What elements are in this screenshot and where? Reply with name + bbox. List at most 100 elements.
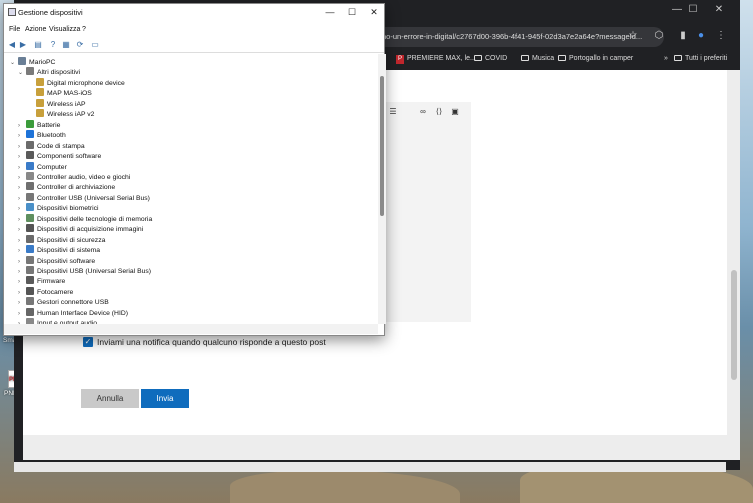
tree-node[interactable]: Digital microphone device: [28, 77, 125, 88]
scrollbar-thumb[interactable]: [380, 76, 384, 216]
reply-editor[interactable]: [383, 122, 471, 322]
tree-node[interactable]: › Dispositivi di sicurezza: [18, 234, 105, 245]
tree-node[interactable]: Wireless iAP v2: [28, 109, 94, 119]
tree-node[interactable]: › Dispositivi software: [18, 255, 95, 266]
tree-horizontal-scrollbar[interactable]: [4, 324, 378, 334]
device-icon: [26, 119, 34, 128]
tree-node-label: Wireless iAP v2: [47, 111, 95, 119]
tree-node[interactable]: › Dispositivi di acquisizione immagini: [18, 224, 143, 234]
tree-expander-icon[interactable]: ⌄: [10, 58, 18, 68]
extensions-icon[interactable]: ⬡: [652, 29, 666, 43]
tree-node[interactable]: ⌄ Altri dispositivi: [18, 67, 80, 77]
profile-icon[interactable]: ●: [694, 29, 708, 43]
update-driver-icon[interactable]: ▦: [61, 40, 71, 50]
image-icon[interactable]: ▣: [449, 106, 461, 118]
tree-node[interactable]: › Controller USB (Universal Serial Bus): [18, 192, 150, 203]
cancel-button[interactable]: Annulla: [81, 389, 139, 408]
tree-node-label: Firmware: [37, 278, 66, 286]
tree-node[interactable]: › Dispositivi USB (Universal Serial Bus): [18, 266, 151, 276]
page-scrollbar[interactable]: [731, 270, 737, 380]
scan-icon[interactable]: ⟳: [75, 40, 85, 50]
properties-icon[interactable]: ▤: [33, 40, 43, 50]
bookmark-label: COVID: [485, 55, 508, 62]
bookmark-tutti-preferiti[interactable]: Tutti i preferiti: [674, 53, 727, 65]
tree-node-label: Wireless iAP: [47, 100, 86, 108]
bookmark-premiere[interactable]: P PREMIERE MAX, le...: [396, 53, 476, 65]
tree-vertical-scrollbar[interactable]: [378, 54, 386, 324]
tree-node[interactable]: › Code di stampa: [18, 140, 85, 151]
tree-node[interactable]: › Bluetooth: [18, 130, 66, 140]
device-icon: [26, 224, 34, 233]
maximize-button[interactable]: ☐: [342, 7, 362, 18]
tree-node-label: Fotocamere: [37, 288, 74, 296]
device-icon: [26, 151, 34, 160]
code-icon[interactable]: ⟨⟩: [433, 106, 445, 118]
device-icon: [36, 88, 44, 97]
tree-node-label: Dispositivi di acquisizione immagini: [37, 226, 144, 234]
menu-help[interactable]: ?: [82, 26, 86, 33]
tree-node[interactable]: › Gestori connettore USB: [18, 297, 109, 307]
device-manager-titlebar: Gestione dispositivi — ☐ ✕: [4, 4, 384, 22]
tree-node-label: Dispositivi biometrici: [37, 205, 99, 213]
tree-node-label: MAP MAS-iOS: [47, 90, 92, 98]
tree-node-label: Dispositivi di sistema: [37, 247, 101, 255]
menu-file[interactable]: File: [9, 26, 20, 33]
tree-node[interactable]: › Fotocamere: [18, 286, 74, 297]
tree-expander-icon[interactable]: ⌄: [18, 68, 26, 78]
notify-checkbox[interactable]: ✓: [83, 337, 93, 347]
tree-node[interactable]: › Controller di archiviazione: [18, 182, 115, 192]
device-icon: [36, 77, 44, 86]
bookmark-musica[interactable]: Musica: [521, 53, 554, 65]
tree-node-label: Bluetooth: [37, 132, 66, 140]
tree-node[interactable]: › Batterie: [18, 119, 61, 130]
tree-node[interactable]: › Computer: [18, 161, 67, 172]
address-bar[interactable]: no-un-errore-in-digital/c2767d00-396b-4f…: [374, 27, 664, 47]
tree-node[interactable]: › Human Interface Device (HID): [18, 307, 128, 318]
menu-azione[interactable]: Azione: [25, 26, 46, 33]
bookmark-label: Musica: [532, 55, 555, 62]
back-icon[interactable]: ◀: [7, 40, 17, 50]
tree-node[interactable]: › Componenti software: [18, 151, 101, 161]
folder-icon: [674, 55, 682, 61]
device-icon: [26, 161, 34, 170]
tree-node[interactable]: › Firmware: [18, 276, 65, 286]
bookmarks-overflow-button[interactable]: »: [664, 53, 668, 65]
tree-node-label: MarioPC: [29, 59, 56, 66]
monitor-icon[interactable]: ▭: [90, 40, 100, 50]
bookmark-label: Tutti i preferiti: [685, 55, 728, 62]
device-icon: [36, 109, 44, 118]
device-icon: [26, 171, 34, 180]
forward-icon[interactable]: ▶: [18, 40, 28, 50]
tree-node[interactable]: ⌄ MarioPC: [10, 57, 55, 67]
tree-node[interactable]: › Controller audio, video e giochi: [18, 171, 130, 182]
tree-node[interactable]: MAP MAS-iOS: [28, 88, 92, 98]
bookmark-portogallo[interactable]: Portogallo in camper: [558, 53, 633, 65]
bookmark-covid[interactable]: COVID: [474, 53, 507, 65]
tree-node[interactable]: › Dispositivi delle tecnologie di memoria: [18, 213, 152, 224]
device-icon: [26, 67, 34, 76]
minimize-button[interactable]: —: [320, 7, 340, 17]
help-icon[interactable]: ?: [48, 40, 58, 50]
sidebar-icon[interactable]: ▮: [676, 29, 690, 43]
star-icon[interactable]: ☆: [626, 29, 640, 43]
link-icon[interactable]: ∞: [417, 106, 429, 118]
device-icon: [26, 286, 34, 295]
more-menu-icon[interactable]: ⋮: [714, 29, 728, 43]
submit-button[interactable]: Invia: [141, 389, 189, 408]
format-icon[interactable]: ☰: [387, 106, 399, 118]
close-button[interactable]: ✕: [364, 7, 384, 18]
device-icon: [26, 234, 34, 243]
window-title: Gestione dispositivi: [18, 8, 83, 17]
tree-node[interactable]: › Dispositivi biometrici: [18, 203, 99, 213]
tree-node[interactable]: Wireless iAP: [28, 98, 86, 109]
browser-close-button[interactable]: ✕: [704, 4, 734, 15]
tree-node-label: Gestori connettore USB: [37, 299, 109, 307]
device-icon: [26, 203, 34, 212]
tree-node-label: Batterie: [37, 121, 61, 129]
device-icon: [26, 130, 34, 139]
device-manager-app-icon: [8, 8, 16, 16]
menu-visualizza[interactable]: Visualizza: [49, 26, 80, 33]
device-icon: [36, 98, 44, 107]
device-icon: [26, 276, 34, 285]
tree-node[interactable]: › Dispositivi di sistema: [18, 245, 100, 255]
